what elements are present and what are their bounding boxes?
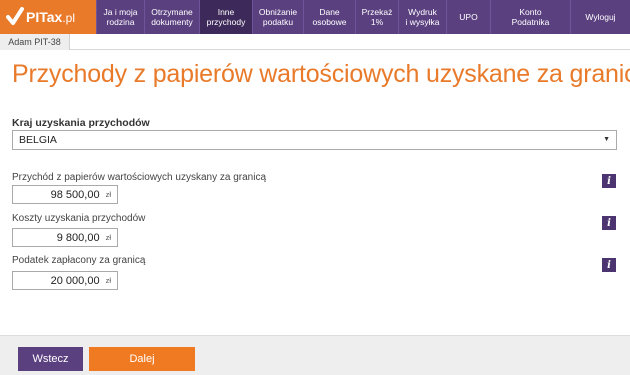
nav-item-wyloguj[interactable]: Wyloguj bbox=[570, 0, 630, 34]
logo-text: PITax.pl bbox=[26, 9, 75, 25]
nav-item-przekaz-1[interactable]: Przekaż 1% bbox=[355, 0, 398, 34]
tab-adam-pit-38[interactable]: Adam PIT-38 bbox=[0, 34, 70, 50]
info-icon[interactable]: i bbox=[602, 174, 616, 188]
nav-item-wydruk-i-wysylka[interactable]: Wydruk i wysyłka bbox=[398, 0, 446, 34]
top-navigation: PITax.pl Ja i moja rodzina Otrzymane dok… bbox=[0, 0, 630, 34]
country-select-value: BELGIA bbox=[19, 134, 57, 146]
nav-item-upo[interactable]: UPO bbox=[446, 0, 490, 34]
checkmark-logo-icon bbox=[6, 7, 24, 25]
back-button[interactable]: Wstecz bbox=[18, 347, 83, 371]
nav-item-konto-podatnika[interactable]: Konto Podatnika bbox=[490, 0, 570, 34]
costs-unit: zł bbox=[105, 233, 111, 242]
nav-item-ja-i-moja-rodzina[interactable]: Ja i moja rodzina bbox=[96, 0, 144, 34]
income-input[interactable]: 98 500,00 zł bbox=[12, 185, 118, 204]
tax-paid-unit: zł bbox=[105, 276, 111, 285]
pitax-logo[interactable]: PITax.pl bbox=[0, 0, 96, 34]
sub-tab-bar: Adam PIT-38 bbox=[0, 34, 630, 50]
income-value: 98 500,00 bbox=[50, 188, 100, 201]
tax-paid-label: Podatek zapłacony za granicą bbox=[12, 255, 146, 266]
nav-item-inne-przychody[interactable]: Inne przychody bbox=[199, 0, 252, 34]
nav-item-otrzymane-dokumenty[interactable]: Otrzymane dokumenty bbox=[144, 0, 199, 34]
costs-input[interactable]: 9 800,00 zł bbox=[12, 228, 118, 247]
country-select[interactable]: BELGIA ▼ bbox=[12, 130, 617, 150]
tax-paid-input[interactable]: 20 000,00 zł bbox=[12, 271, 118, 290]
page-title: Przychody z papierów wartościowych uzysk… bbox=[12, 60, 630, 88]
nav-item-obnizanie-podatku[interactable]: Obniżanie podatku bbox=[252, 0, 303, 34]
info-icon[interactable]: i bbox=[602, 216, 616, 230]
income-unit: zł bbox=[105, 190, 111, 199]
info-icon[interactable]: i bbox=[602, 258, 616, 272]
nav-item-dane-osobowe[interactable]: Dane osobowe bbox=[303, 0, 355, 34]
income-label: Przychód z papierów wartościowych uzyska… bbox=[12, 172, 266, 183]
dropdown-arrow-icon: ▼ bbox=[603, 136, 610, 143]
tax-paid-value: 20 000,00 bbox=[50, 274, 100, 287]
costs-value: 9 800,00 bbox=[56, 231, 100, 244]
next-button[interactable]: Dalej bbox=[89, 347, 195, 371]
country-label: Kraj uzyskania przychodów bbox=[12, 117, 150, 129]
costs-label: Koszty uzyskania przychodów bbox=[12, 213, 146, 224]
